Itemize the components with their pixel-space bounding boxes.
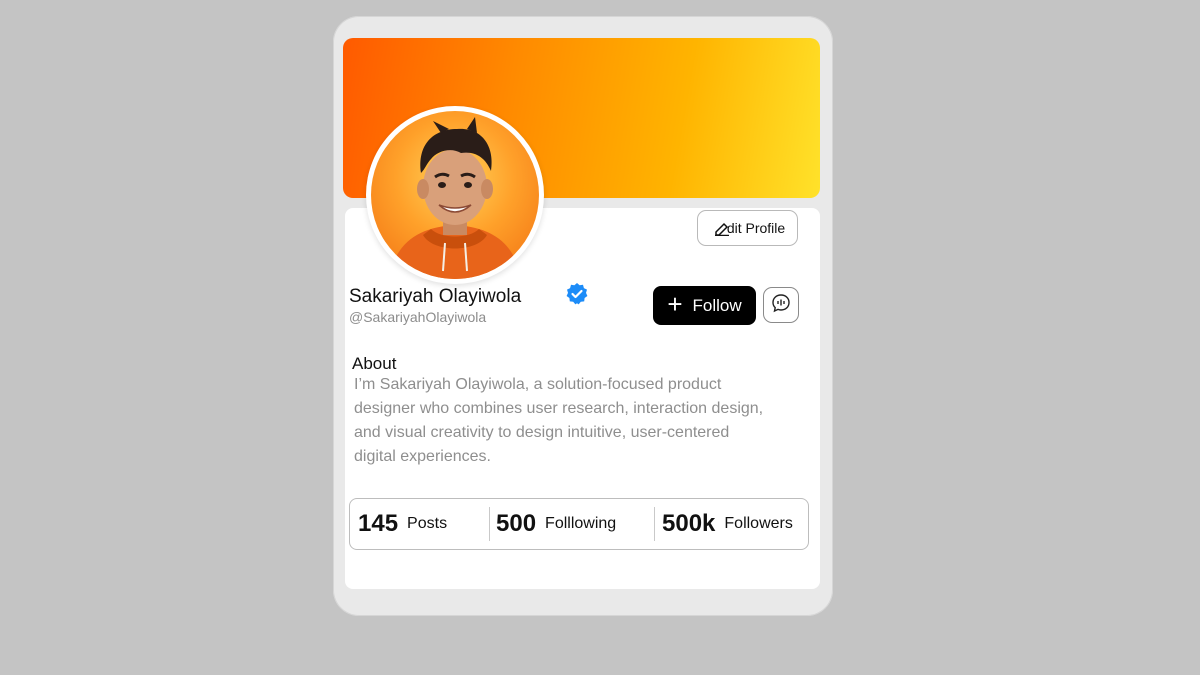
stat-value: 500k	[662, 510, 716, 537]
stat-posts[interactable]: 145 Posts	[358, 499, 447, 549]
avatar[interactable]	[366, 106, 544, 284]
edit-profile-button[interactable]: dit Profile	[697, 210, 798, 246]
profile-name: Sakariyah Olayiwola	[349, 286, 522, 307]
stat-divider	[654, 507, 655, 541]
stat-label: Posts	[407, 515, 448, 532]
follow-label: Follow	[692, 295, 742, 315]
follow-button[interactable]: + Follow	[653, 286, 756, 325]
stat-value: 145	[358, 510, 399, 537]
about-text: I’m Sakariyah Olayiwola, a solution-focu…	[354, 376, 764, 465]
stats-bar: 145 Posts 500 Folllowing 500k Followers	[349, 498, 809, 550]
stat-value: 500	[496, 510, 537, 537]
plus-icon: +	[667, 288, 683, 319]
stat-following[interactable]: 500 Folllowing	[496, 499, 616, 549]
edit-icon	[714, 220, 730, 237]
edit-profile-label: dit Profile	[726, 220, 786, 236]
stat-label: Followers	[724, 515, 793, 532]
avatar-image	[371, 111, 539, 279]
stat-label: Folllowing	[545, 515, 617, 532]
message-icon	[771, 293, 791, 318]
stat-followers[interactable]: 500k Followers	[662, 499, 793, 549]
about-title: About	[352, 354, 397, 373]
message-button[interactable]	[763, 287, 799, 323]
verified-badge-icon	[565, 282, 589, 306]
stat-divider	[489, 507, 490, 541]
profile-handle: @SakariyahOlayiwola	[349, 309, 487, 325]
